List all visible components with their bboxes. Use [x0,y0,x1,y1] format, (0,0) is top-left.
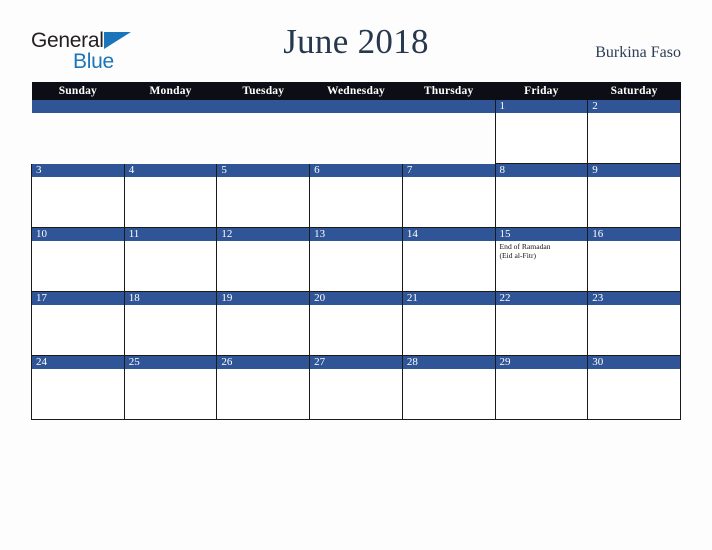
day-number: 13 [310,228,402,241]
calendar-day-cell[interactable]: 30 [587,355,681,420]
weekday-header-wednesday: Wednesday [309,82,403,100]
holiday-label: (Eid al-Fitr) [499,251,536,261]
calendar-body: 1 2 3 4 5 6 7 8 9 10 11 12 13 14 15 End of Ramadan (Eid … [31,100,681,420]
weekday-header-saturday: Saturday [587,82,681,100]
day-number: 10 [32,228,124,241]
day-number: 16 [588,228,680,241]
calendar-empty-cell [216,100,310,164]
day-number [124,100,217,113]
day-number: 15 [495,228,588,241]
calendar-day-cell[interactable]: 8 [494,163,589,228]
calendar-week-row: 24 25 26 27 28 29 30 [31,355,681,420]
calendar-day-cell[interactable]: 25 [123,355,218,420]
calendar-day-cell[interactable]: 29 [494,355,589,420]
weekday-header-sunday: Sunday [31,82,125,100]
weekday-header-row: Sunday Monday Tuesday Wednesday Thursday… [31,82,681,100]
calendar-day-cell[interactable]: 22 [494,291,589,356]
day-number: 18 [124,292,217,305]
calendar-day-cell[interactable]: 19 [216,291,311,356]
calendar-day-cell[interactable]: 26 [216,355,311,420]
calendar-week-row: 10 11 12 13 14 15 End of Ramadan (Eid al-Fitr) 1… [31,227,681,292]
day-number [309,100,403,113]
calendar-empty-cell [31,100,125,164]
weekday-header-tuesday: Tuesday [216,82,310,100]
day-number: 9 [588,164,680,177]
calendar-day-cell[interactable]: 18 [123,291,218,356]
calendar-week-row: 17 18 19 20 21 22 23 [31,291,681,356]
day-number: 28 [402,356,495,369]
day-number: 26 [217,356,310,369]
weekday-header-friday: Friday [495,82,588,100]
calendar-day-cell[interactable]: 1 [494,100,589,164]
calendar-day-cell[interactable]: 15 End of Ramadan (Eid al-Fitr) [494,227,589,292]
day-number: 6 [310,163,402,177]
day-number: 21 [402,292,495,305]
calendar-day-cell[interactable]: 23 [587,291,681,356]
calendar-day-cell[interactable]: 4 [123,163,218,228]
day-number: 30 [588,356,680,369]
day-number: 2 [588,100,680,113]
calendar-day-cell[interactable]: 9 [587,163,681,228]
calendar-day-cell[interactable]: 13 [309,227,403,292]
day-number [31,100,125,113]
day-number: 24 [32,356,124,369]
day-events: End of Ramadan (Eid al-Fitr) [496,241,588,261]
calendar-day-cell[interactable]: 12 [216,227,311,292]
calendar-day-cell[interactable]: 14 [401,227,496,292]
day-number: 17 [32,292,124,305]
calendar-day-cell[interactable]: 11 [123,227,218,292]
day-number [216,100,310,113]
calendar-day-cell[interactable]: 10 [31,227,125,292]
day-number: 29 [495,356,588,369]
calendar-grid: Sunday Monday Tuesday Wednesday Thursday… [31,82,681,420]
day-number: 27 [310,356,402,369]
weekday-header-thursday: Thursday [402,82,496,100]
calendar-day-cell[interactable]: 27 [309,355,403,420]
day-number [402,100,495,113]
day-number: 22 [495,292,588,305]
page-header: General Blue June 2018 Burkina Faso [31,22,681,76]
calendar-day-cell[interactable]: 5 [216,163,311,228]
calendar-day-cell[interactable]: 2 [587,100,681,164]
calendar-day-cell[interactable]: 6 [309,163,403,228]
calendar-empty-cell [402,100,496,164]
day-number: 7 [402,163,495,177]
day-number: 19 [217,292,310,305]
country-label: Burkina Faso [595,44,681,61]
calendar-empty-cell [124,100,217,164]
calendar-empty-cell [309,100,403,164]
calendar-day-cell[interactable]: 7 [401,163,496,228]
day-number: 4 [124,163,217,177]
weekday-header-monday: Monday [124,82,217,100]
calendar-day-cell[interactable]: 21 [401,291,496,356]
calendar-day-cell[interactable]: 28 [401,355,496,420]
calendar-week-row: 3456789 [31,163,681,228]
calendar-day-cell[interactable]: 17 [31,291,125,356]
day-number: 5 [217,163,310,177]
holiday-label: End of Ramadan [499,242,551,251]
calendar-week-row: 12 [31,100,681,164]
calendar-day-cell[interactable]: 16 [587,227,681,292]
day-number: 20 [310,292,402,305]
calendar-day-cell[interactable]: 24 [31,355,125,420]
page-title: June 2018 [283,22,429,61]
calendar-page: General Blue June 2018 Burkina Faso Sund… [0,0,712,550]
calendar-day-cell[interactable]: 20 [309,291,403,356]
day-number: 14 [402,228,495,241]
day-number: 11 [124,228,217,241]
day-number: 3 [32,163,124,177]
calendar-day-cell[interactable]: 3 [31,163,125,228]
day-number: 25 [124,356,217,369]
day-number: 8 [495,164,588,177]
day-number: 1 [495,100,588,113]
day-number: 12 [217,228,310,241]
day-number: 23 [588,292,680,305]
